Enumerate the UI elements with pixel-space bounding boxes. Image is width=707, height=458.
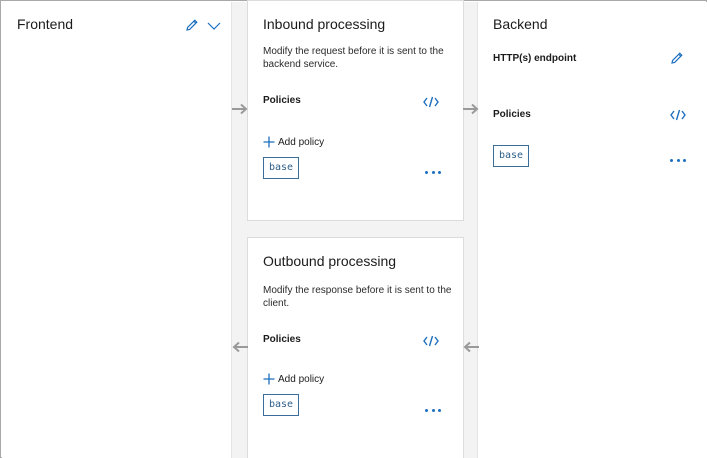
backend-more-options-icon[interactable]	[670, 159, 686, 163]
code-view-icon[interactable]	[423, 335, 439, 347]
outbound-more-options-icon[interactable]	[425, 409, 441, 413]
inbound-title: Inbound processing	[263, 16, 386, 32]
outbound-add-policy-label: Add policy	[278, 373, 325, 385]
outbound-base-policy[interactable]: base	[263, 394, 300, 416]
outbound-description: Modify the response before it is sent to…	[263, 285, 452, 309]
backend-title: Backend	[493, 16, 548, 32]
backend-column: Backend HTTP(s) endpoint Policies base	[478, 2, 707, 458]
outbound-processing-card: Outbound processing Modify the response …	[247, 237, 464, 458]
outbound-title: Outbound processing	[263, 253, 397, 269]
processing-column: Inbound processing Modify the request be…	[231, 0, 478, 458]
code-view-icon[interactable]	[423, 96, 439, 108]
arrow-right-icon	[232, 103, 248, 115]
inbound-add-policy-button[interactable]: Add policy	[263, 136, 324, 148]
edit-pencil-icon[interactable]	[185, 18, 199, 32]
inbound-more-options-icon[interactable]	[425, 171, 441, 175]
outbound-add-policy-button[interactable]: Add policy	[263, 373, 324, 385]
frontend-title: Frontend	[17, 16, 74, 32]
plus-icon	[263, 136, 275, 148]
plus-icon	[263, 373, 275, 385]
edit-pencil-icon[interactable]	[670, 51, 684, 65]
inbound-policies-label: Policies	[263, 95, 301, 106]
http-endpoint-label: HTTP(s) endpoint	[493, 53, 577, 64]
inbound-add-policy-label: Add policy	[278, 136, 325, 148]
outbound-policies-label: Policies	[263, 334, 301, 345]
chevron-down-icon[interactable]	[207, 21, 221, 31]
backend-policies-label: Policies	[493, 109, 531, 120]
arrow-left-icon	[232, 341, 248, 353]
inbound-processing-card: Inbound processing Modify the request be…	[247, 0, 464, 221]
frontend-column: Frontend	[2, 2, 231, 458]
arrow-left-icon	[463, 341, 479, 353]
code-view-icon[interactable]	[670, 109, 686, 121]
inbound-base-policy[interactable]: base	[263, 157, 300, 179]
policy-designer: Frontend Inbound processing Modify the r…	[0, 0, 707, 458]
backend-base-policy[interactable]: base	[493, 145, 530, 167]
arrow-right-icon	[463, 103, 479, 115]
inbound-description: Modify the request before it is sent to …	[263, 46, 444, 70]
